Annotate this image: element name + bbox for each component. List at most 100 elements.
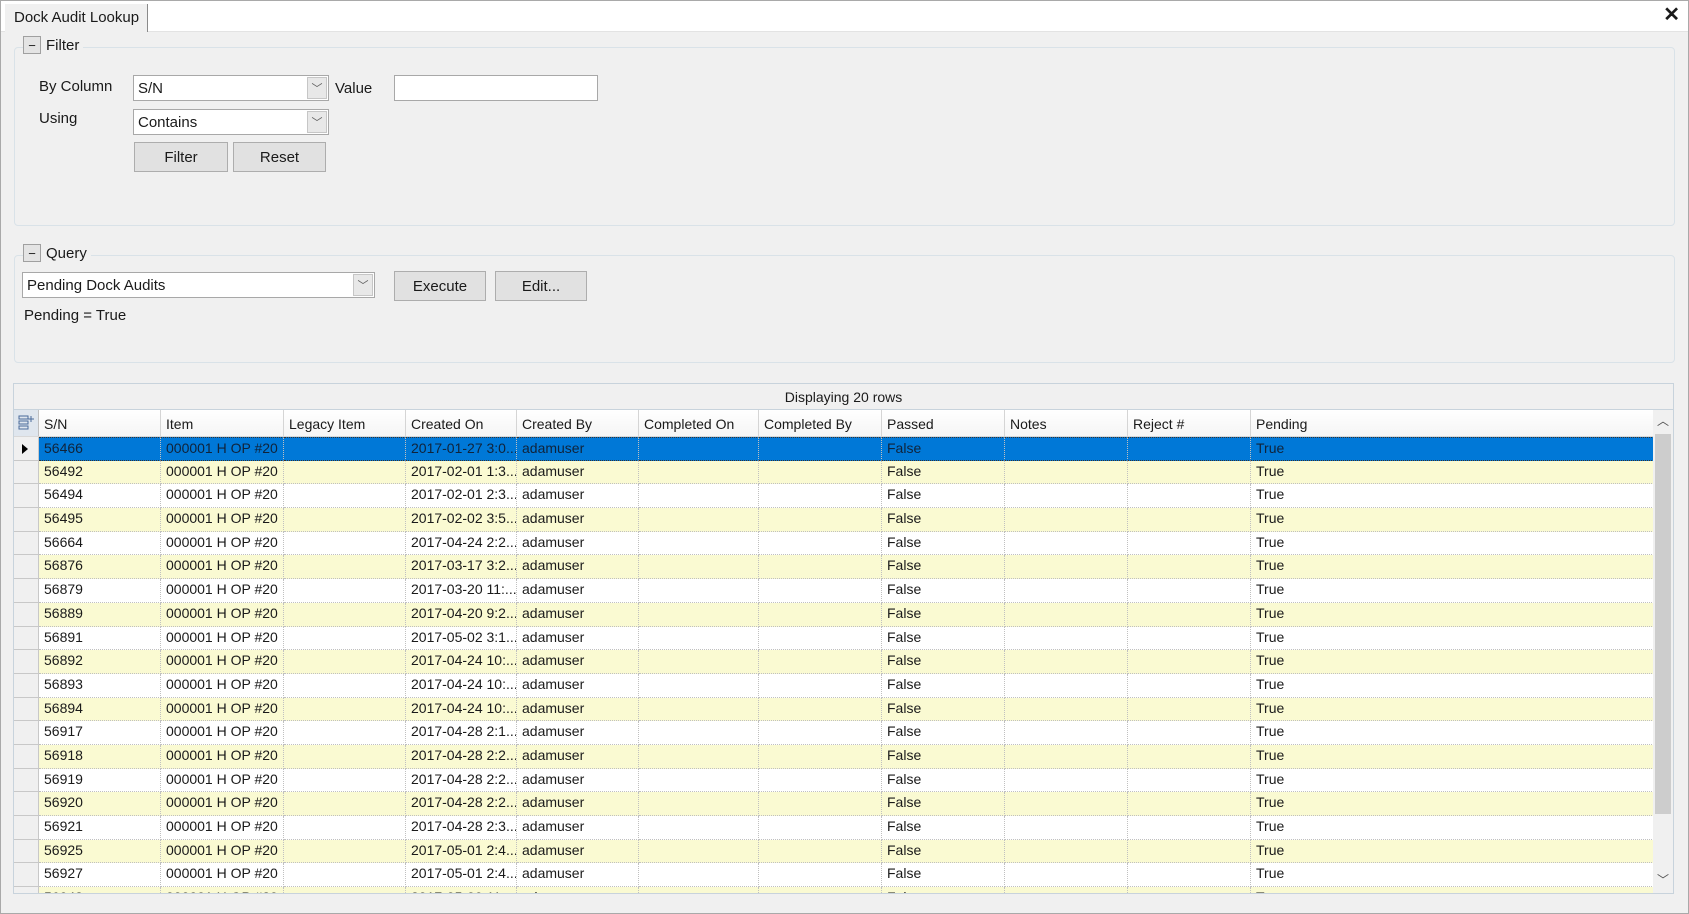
cell-pending[interactable]: True xyxy=(1251,863,1654,888)
cell-completed-by[interactable] xyxy=(759,626,882,651)
cell-sn[interactable]: 56495 xyxy=(39,508,161,532)
cell-notes[interactable] xyxy=(1005,768,1128,793)
cell-reject-number[interactable] xyxy=(1128,697,1251,722)
cell-reject-number[interactable] xyxy=(1128,531,1251,556)
cell-created-on[interactable]: 2017-04-28 2:2... xyxy=(406,744,517,769)
cell-item[interactable]: 000001 H OP #20 xyxy=(161,839,284,864)
cell-created-by[interactable]: adamuser xyxy=(517,531,639,556)
cell-passed[interactable]: False xyxy=(882,816,1005,840)
cell-item[interactable]: 000001 H OP #20 xyxy=(161,673,284,698)
cell-created-by[interactable]: adamuser xyxy=(517,697,639,722)
cell-pending[interactable]: True xyxy=(1251,531,1654,556)
cell-item[interactable]: 000001 H OP #20 xyxy=(161,555,284,580)
cell-created-by[interactable]: adamuser xyxy=(517,839,639,864)
chevron-down-icon[interactable]: ﹀ xyxy=(307,77,327,99)
cell-sn[interactable]: 56492 xyxy=(39,460,161,485)
row-header[interactable] xyxy=(14,887,39,893)
query-collapse-button[interactable]: − xyxy=(23,244,41,262)
cell-completed-on[interactable] xyxy=(639,887,759,893)
cell-item[interactable]: 000001 H OP #20 xyxy=(161,508,284,532)
cell-created-on[interactable]: 2017-02-02 3:5... xyxy=(406,508,517,532)
cell-sn[interactable]: 56927 xyxy=(39,863,161,888)
cell-legacy-item[interactable] xyxy=(284,555,406,580)
cell-pending[interactable]: True xyxy=(1251,508,1654,532)
cell-passed[interactable]: False xyxy=(882,626,1005,651)
table-row[interactable]: 56466 000001 H OP #20 2017-01-27 3:0... ada… xyxy=(14,437,1654,461)
cell-completed-on[interactable] xyxy=(639,721,759,745)
cell-notes[interactable] xyxy=(1005,460,1128,485)
cell-sn[interactable]: 56889 xyxy=(39,602,161,627)
cell-created-on[interactable]: 2017-05-02 3:1... xyxy=(406,626,517,651)
cell-reject-number[interactable] xyxy=(1128,721,1251,745)
cell-passed[interactable]: False xyxy=(882,508,1005,532)
cell-notes[interactable] xyxy=(1005,721,1128,745)
cell-item[interactable]: 000001 H OP #20 xyxy=(161,792,284,816)
table-row[interactable]: 56892 000001 H OP #20 2017-04-24 10:... ada… xyxy=(14,650,1654,674)
cell-item[interactable]: 000001 H OP #20 xyxy=(161,721,284,745)
cell-created-on[interactable]: 2017-02-01 1:3... xyxy=(406,460,517,485)
cell-notes[interactable] xyxy=(1005,863,1128,888)
cell-created-on[interactable]: 2017-04-28 2:1... xyxy=(406,721,517,745)
cell-passed[interactable]: False xyxy=(882,839,1005,864)
cell-completed-by[interactable] xyxy=(759,460,882,485)
row-header[interactable] xyxy=(14,673,39,698)
row-header[interactable] xyxy=(14,744,39,769)
cell-item[interactable]: 000001 H OP #20 xyxy=(161,460,284,485)
cell-notes[interactable] xyxy=(1005,792,1128,816)
cell-item[interactable]: 000001 H OP #20 xyxy=(161,602,284,627)
column-header-pending[interactable]: Pending xyxy=(1251,410,1654,436)
row-header[interactable] xyxy=(14,792,39,816)
cell-created-on[interactable]: 2017-05-09 11:... xyxy=(406,887,517,893)
cell-item[interactable]: 000001 H OP #20 xyxy=(161,650,284,674)
cell-legacy-item[interactable] xyxy=(284,863,406,888)
cell-created-by[interactable]: adamuser xyxy=(517,460,639,485)
cell-created-by[interactable]: adamuser xyxy=(517,650,639,674)
table-row[interactable]: 56893 000001 H OP #20 2017-04-24 10:... ada… xyxy=(14,673,1654,698)
cell-completed-on[interactable] xyxy=(639,555,759,580)
cell-passed[interactable]: False xyxy=(882,863,1005,888)
cell-passed[interactable]: False xyxy=(882,531,1005,556)
cell-created-by[interactable]: adamuser xyxy=(517,437,639,461)
cell-sn[interactable]: 56948 xyxy=(39,887,161,893)
cell-created-by[interactable]: adamuser xyxy=(517,792,639,816)
cell-completed-by[interactable] xyxy=(759,863,882,888)
cell-notes[interactable] xyxy=(1005,508,1128,532)
cell-completed-on[interactable] xyxy=(639,460,759,485)
row-header[interactable] xyxy=(14,555,39,580)
cell-pending[interactable]: True xyxy=(1251,792,1654,816)
cell-reject-number[interactable] xyxy=(1128,508,1251,532)
cell-created-on[interactable]: 2017-03-20 11:... xyxy=(406,579,517,603)
cell-created-on[interactable]: 2017-04-24 2:2... xyxy=(406,531,517,556)
table-row[interactable]: 56948000001 H OP #20 2017-05-09 11:...ada… xyxy=(14,887,1654,893)
cell-created-on[interactable]: 2017-05-01 2:4... xyxy=(406,839,517,864)
value-input[interactable] xyxy=(394,75,598,101)
row-header[interactable] xyxy=(14,602,39,627)
cell-item[interactable]: 000001 H OP #20 xyxy=(161,768,284,793)
cell-sn[interactable]: 56664 xyxy=(39,531,161,556)
cell-pending[interactable]: True xyxy=(1251,650,1654,674)
table-row[interactable]: 56918 000001 H OP #20 2017-04-28 2:2... ada… xyxy=(14,744,1654,769)
cell-pending[interactable]: True xyxy=(1251,460,1654,485)
cell-completed-by[interactable] xyxy=(759,508,882,532)
cell-created-on[interactable]: 2017-04-24 10:... xyxy=(406,650,517,674)
cell-reject-number[interactable] xyxy=(1128,887,1251,893)
cell-pending[interactable]: True xyxy=(1251,839,1654,864)
cell-sn[interactable]: 56917 xyxy=(39,721,161,745)
row-header[interactable] xyxy=(14,863,39,888)
cell-notes[interactable] xyxy=(1005,697,1128,722)
cell-completed-on[interactable] xyxy=(639,839,759,864)
cell-sn[interactable]: 56894 xyxy=(39,697,161,722)
row-header[interactable] xyxy=(14,650,39,674)
scroll-thumb[interactable] xyxy=(1655,434,1671,814)
cell-passed[interactable]: False xyxy=(882,484,1005,509)
table-row[interactable]: 56920 000001 H OP #20 2017-04-28 2:2... ada… xyxy=(14,792,1654,816)
cell-passed[interactable]: False xyxy=(882,460,1005,485)
cell-completed-on[interactable] xyxy=(639,697,759,722)
edit-button[interactable]: Edit... xyxy=(495,271,587,301)
cell-notes[interactable] xyxy=(1005,816,1128,840)
cell-legacy-item[interactable] xyxy=(284,744,406,769)
execute-button[interactable]: Execute xyxy=(394,271,486,301)
cell-reject-number[interactable] xyxy=(1128,555,1251,580)
table-row[interactable]: 56919 000001 H OP #20 2017-04-28 2:2... ada… xyxy=(14,768,1654,793)
cell-reject-number[interactable] xyxy=(1128,626,1251,651)
